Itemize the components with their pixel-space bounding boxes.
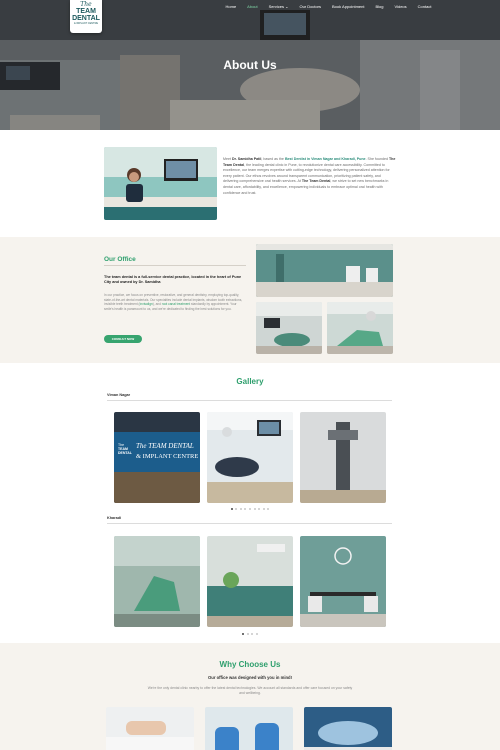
best-dentist-link[interactable]: Best Dentist in Viman Nagar and Kharadi,…: [285, 157, 366, 161]
sign-line1: The TEAM DENTAL: [136, 442, 194, 450]
divider: [107, 400, 392, 401]
root-canal-link[interactable]: root canal treatment: [162, 302, 190, 306]
page-title: About Us: [223, 58, 277, 72]
chevron-down-icon: ⌄: [285, 4, 289, 9]
our-office-section: Our Office The team dental is a full-ser…: [0, 237, 500, 363]
divider: [107, 523, 392, 524]
office-photo-operatory-1: [256, 302, 322, 354]
carousel-dot[interactable]: [242, 633, 245, 635]
carousel-dot[interactable]: [246, 633, 249, 635]
consult-now-button[interactable]: CONSULT NOW: [104, 335, 142, 343]
why-photo-xray: [304, 707, 392, 750]
why-choose-us-section: Why Choose Us Our office was designed wi…: [0, 643, 500, 750]
gallery-photo-reception-desk[interactable]: [207, 536, 293, 627]
carousel-dot[interactable]: [239, 508, 242, 510]
gallery-heading: Gallery: [236, 377, 264, 386]
carousel-dot[interactable]: [258, 508, 261, 510]
why-description: We're the only dental clinic nearby to o…: [147, 686, 353, 695]
office-heading: Our Office: [104, 256, 136, 263]
office-lead: The team dental is a full-service dental…: [104, 275, 242, 285]
main-nav: Home About Services ⌄ Our Doctors Book A…: [220, 4, 437, 10]
divider: [104, 265, 246, 266]
hero-banner: The TEAM DENTAL & IMPLANT CENTRE Home Ab…: [0, 0, 500, 130]
why-tagline: Our office was designed with you in mind…: [208, 675, 292, 680]
office-body: In our practice, we focus on preventive,…: [104, 293, 243, 311]
nav-blog[interactable]: Blog: [370, 4, 389, 10]
carousel-dot[interactable]: [230, 508, 233, 510]
gallery-photo-signboard[interactable]: The TEAM DENTAL The TEAM DENTAL & IMPLANT …: [114, 412, 200, 503]
carousel-dot[interactable]: [262, 508, 265, 510]
office-photo-operatory-2: [327, 302, 393, 354]
nav-contact[interactable]: Contact: [412, 4, 437, 10]
gallery-photo-waiting-area[interactable]: [300, 536, 386, 627]
carousel-dot[interactable]: [253, 508, 256, 510]
doctor-name: Dr. Samidha Patil: [232, 157, 262, 161]
doctor-photo: [104, 147, 217, 220]
gallery-photo-green-chair[interactable]: [114, 536, 200, 627]
sign-line2: & IMPLANT CENTRE: [136, 453, 198, 460]
carousel-dot[interactable]: [251, 633, 254, 635]
carousel-dot[interactable]: [267, 508, 270, 510]
nav-home[interactable]: Home: [220, 4, 242, 10]
intro-paragraph: Meet Dr. Samidha Patil, based as the Bes…: [223, 157, 396, 195]
nav-videos[interactable]: Videos: [389, 4, 412, 10]
nav-book-appointment[interactable]: Book Appointment: [327, 4, 370, 10]
clinic-logo[interactable]: The TEAM DENTAL & IMPLANT CENTRE: [70, 0, 102, 33]
office-photo-reception: [256, 244, 393, 297]
carousel-dots-viman-nagar: [0, 508, 500, 510]
nav-about[interactable]: About: [242, 4, 263, 10]
carousel-dot[interactable]: [255, 633, 258, 635]
nav-services[interactable]: Services ⌄: [263, 4, 294, 10]
intro-section: Meet Dr. Samidha Patil, based as the Bes…: [0, 130, 500, 237]
why-photo-gloves: [205, 707, 293, 750]
gallery-location-viman-nagar: Viman Nagar: [107, 393, 131, 397]
gallery-photo-xray-machine[interactable]: [300, 412, 386, 503]
why-heading: Why Choose Us: [219, 660, 281, 669]
carousel-dot[interactable]: [249, 508, 251, 510]
gallery-photo-dental-chair[interactable]: [207, 412, 293, 503]
invisalign-link[interactable]: invisalign: [140, 302, 153, 306]
carousel-dots-kharadi: [0, 633, 500, 635]
nav-our-doctors[interactable]: Our Doctors: [294, 4, 327, 10]
carousel-dot[interactable]: [244, 508, 247, 510]
why-photo-treatment: [106, 707, 194, 750]
gallery-location-kharadi: Kharadi: [107, 516, 122, 520]
carousel-dot[interactable]: [235, 508, 238, 510]
